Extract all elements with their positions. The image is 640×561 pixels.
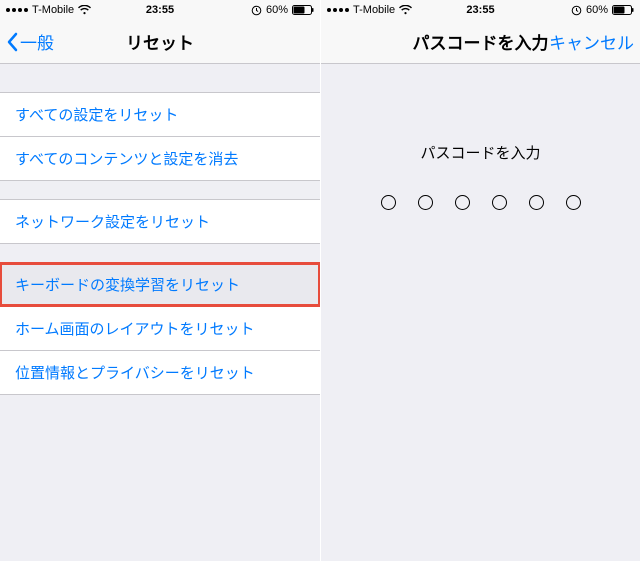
back-label: 一般	[20, 29, 54, 54]
cell-label: ホーム画面のレイアウトをリセット	[15, 321, 255, 338]
erase-all-content[interactable]: すべてのコンテンツと設定を消去	[0, 136, 320, 180]
status-bar: T-Mobile 23:55 60%	[321, 0, 640, 20]
passcode-dot	[418, 195, 433, 210]
cell-label: ネットワーク設定をリセット	[15, 214, 210, 231]
passcode-dot	[381, 195, 396, 210]
back-button[interactable]: 一般	[6, 29, 54, 54]
reset-home-layout[interactable]: ホーム画面のレイアウトをリセット	[0, 306, 320, 350]
status-time: 23:55	[321, 4, 640, 16]
passcode-dot	[455, 195, 470, 210]
status-bar: T-Mobile 23:55 60%	[0, 0, 320, 20]
reset-location-privacy[interactable]: 位置情報とプライバシーをリセット	[0, 350, 320, 394]
screen-passcode: T-Mobile 23:55 60% パスコードを入力 キャンセル パスコードを…	[320, 0, 640, 561]
passcode-dots[interactable]	[321, 195, 640, 210]
status-time: 23:55	[0, 4, 320, 16]
settings-list[interactable]: すべての設定をリセットすべてのコンテンツと設定を消去ネットワーク設定をリセットキ…	[0, 92, 320, 395]
settings-group: キーボードの変換学習をリセットホーム画面のレイアウトをリセット位置情報とプライバ…	[0, 262, 320, 395]
reset-keyboard-dictionary[interactable]: キーボードの変換学習をリセット	[0, 263, 320, 306]
passcode-dot	[529, 195, 544, 210]
nav-bar: パスコードを入力 キャンセル	[321, 20, 640, 64]
cell-label: 位置情報とプライバシーをリセット	[15, 365, 255, 382]
passcode-body: パスコードを入力	[321, 64, 640, 210]
screen-reset-settings: T-Mobile 23:55 60% 一般 リセット すべての設定をリセットすべ…	[0, 0, 320, 561]
passcode-dot	[492, 195, 507, 210]
reset-all-settings[interactable]: すべての設定をリセット	[0, 93, 320, 136]
cell-label: すべての設定をリセット	[15, 107, 178, 124]
passcode-dot	[566, 195, 581, 210]
cell-label: すべてのコンテンツと設定を消去	[15, 151, 238, 168]
settings-group: ネットワーク設定をリセット	[0, 199, 320, 244]
nav-bar: 一般 リセット	[0, 20, 320, 64]
cancel-button[interactable]: キャンセル	[549, 29, 634, 54]
passcode-prompt: パスコードを入力	[321, 142, 640, 163]
chevron-left-icon	[6, 32, 18, 52]
cell-label: キーボードの変換学習をリセット	[15, 277, 240, 294]
reset-network-settings[interactable]: ネットワーク設定をリセット	[0, 200, 320, 243]
settings-group: すべての設定をリセットすべてのコンテンツと設定を消去	[0, 92, 320, 181]
